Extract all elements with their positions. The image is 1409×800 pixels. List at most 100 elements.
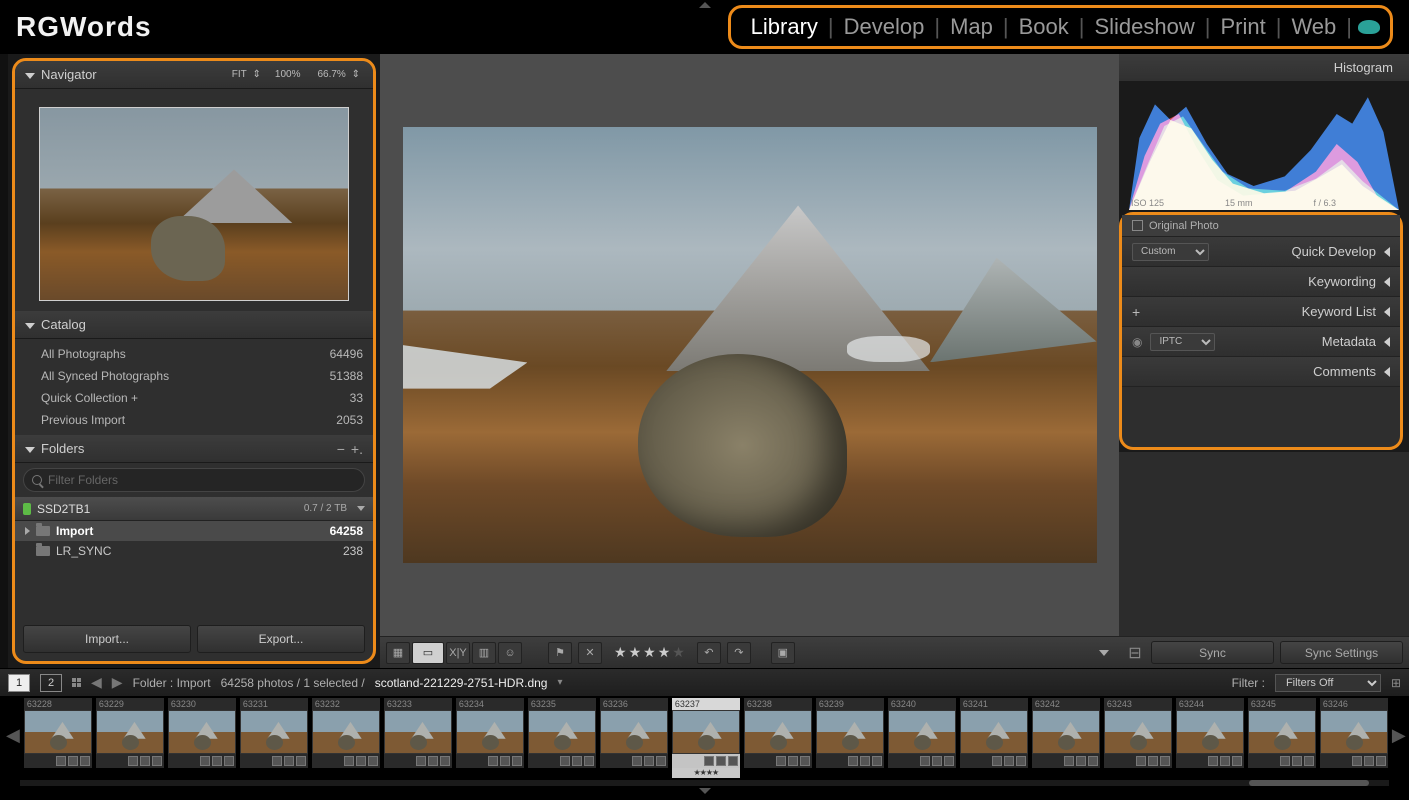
filmstrip-thumb[interactable]: 63241 (960, 698, 1028, 778)
toolbar-options-caret[interactable] (1099, 650, 1109, 656)
eye-icon[interactable]: ◉ (1132, 335, 1142, 349)
folders-panel-header[interactable]: Folders − +. (15, 435, 373, 463)
filter-lock-icon[interactable]: ⊞ (1391, 676, 1401, 690)
navigator-panel-header[interactable]: Navigator FIT ⇕ 100% 66.7% ⇕ (15, 61, 373, 89)
catalog-panel-header[interactable]: Catalog (15, 311, 373, 339)
navigator-preview[interactable] (39, 107, 349, 301)
filmstrip-scroll-right[interactable]: ▶ (1392, 702, 1406, 768)
add-folder-button[interactable]: +. (351, 441, 363, 457)
filmstrip-thumb[interactable]: 63239 (816, 698, 884, 778)
filmstrip-thumb[interactable]: 63236 (600, 698, 668, 778)
top-collapse-caret[interactable] (699, 2, 711, 8)
filmstrip-thumb[interactable]: 63245 (1248, 698, 1316, 778)
filmstrip-thumb[interactable]: 63230 (168, 698, 236, 778)
filmstrip-thumb[interactable]: 63233 (384, 698, 452, 778)
thumb-badges (240, 754, 308, 768)
zoom-fit[interactable]: FIT ⇕ (226, 67, 264, 82)
main-photo (403, 127, 1097, 563)
go-forward-button[interactable]: ▶ (112, 674, 123, 691)
survey-view-button[interactable]: ▥ (472, 642, 496, 664)
rotate-ccw-button[interactable]: ↶ (697, 642, 721, 664)
module-web[interactable]: Web (1281, 10, 1346, 44)
slideshow-button[interactable]: ▣ (771, 642, 795, 664)
filmstrip-scroll-left[interactable]: ◀ (6, 702, 20, 768)
second-window-button[interactable]: 2 (40, 674, 62, 692)
breadcrumb-filename[interactable]: scotland-221229-2751-HDR.dng (375, 676, 548, 690)
quick-develop-header[interactable]: Custom Quick Develop (1122, 237, 1400, 267)
catalog-item-quick[interactable]: Quick Collection +33 (25, 387, 363, 409)
module-library[interactable]: Library (741, 10, 828, 44)
go-back-button[interactable]: ◀ (91, 674, 102, 691)
loupe-view[interactable] (380, 54, 1119, 636)
filmstrip-thumb[interactable]: 63237★★★★ (672, 698, 740, 778)
export-button[interactable]: Export... (197, 625, 365, 653)
filmstrip-thumb[interactable]: 63229 (96, 698, 164, 778)
badge-icon (788, 756, 798, 766)
filmstrip-thumb[interactable]: 63244 (1176, 698, 1244, 778)
rotate-cw-button[interactable]: ↷ (727, 642, 751, 664)
import-button[interactable]: Import... (23, 625, 191, 653)
badge-icon (80, 756, 90, 766)
filmstrip-thumb[interactable]: 63246 (1320, 698, 1388, 778)
histogram-panel-header[interactable]: Histogram (1119, 54, 1409, 82)
badge-icon (1004, 756, 1014, 766)
sync-settings-button[interactable]: Sync Settings (1280, 641, 1403, 664)
flag-pick-button[interactable]: ⚑ (548, 642, 572, 664)
rating-stars[interactable]: ★ ★ ★ ★ ★ (614, 644, 685, 661)
zoom-100[interactable]: 100% (272, 67, 304, 82)
filmstrip-thumb[interactable]: 63243 (1104, 698, 1172, 778)
metadata-header[interactable]: ◉ IPTC Metadata (1122, 327, 1400, 357)
main-window-button[interactable]: 1 (8, 674, 30, 692)
folder-filter-placeholder: Filter Folders (48, 473, 118, 487)
filmstrip-thumb[interactable]: 63242 (1032, 698, 1100, 778)
module-print[interactable]: Print (1210, 10, 1275, 44)
catalog-item-all[interactable]: All Photographs64496 (25, 343, 363, 365)
zoom-66[interactable]: 66.7% ⇕ (311, 67, 363, 82)
metadata-preset-select[interactable]: IPTC (1150, 333, 1215, 351)
add-keyword-button[interactable]: + (1132, 304, 1140, 320)
keywording-header[interactable]: Keywording (1122, 267, 1400, 297)
compare-view-button[interactable]: X|Y (446, 642, 470, 664)
module-slideshow[interactable]: Slideshow (1084, 10, 1204, 44)
people-view-button[interactable]: ☺ (498, 642, 522, 664)
folder-row-lrsync[interactable]: LR_SYNC 238 (15, 541, 373, 561)
filmstrip-thumb[interactable]: 63235 (528, 698, 596, 778)
filter-select[interactable]: Filters Off (1275, 674, 1381, 692)
breadcrumb-source[interactable]: Folder : Import (133, 676, 211, 690)
chevron-right-icon (25, 527, 30, 535)
module-develop[interactable]: Develop (834, 10, 935, 44)
grid-view-button[interactable]: ▦ (386, 642, 410, 664)
volume-row[interactable]: SSD2TB1 0.7 / 2 TB (15, 497, 373, 521)
cloud-sync-icon[interactable] (1358, 20, 1380, 34)
filmstrip-thumb[interactable]: 63238 (744, 698, 812, 778)
loupe-view-button[interactable]: ▭ (412, 642, 444, 664)
filmstrip-thumb[interactable]: 63231 (240, 698, 308, 778)
module-map[interactable]: Map (940, 10, 1003, 44)
catalog-item-synced[interactable]: All Synced Photographs51388 (25, 365, 363, 387)
filmstrip-scrollbar-thumb[interactable] (1249, 780, 1369, 786)
badge-icon (644, 756, 654, 766)
folder-filter-input[interactable]: Filter Folders (23, 468, 365, 492)
folder-row-import[interactable]: Import 64258 (15, 521, 373, 541)
filmstrip-scrollbar-track[interactable] (20, 780, 1389, 786)
filmstrip-thumb[interactable]: 63228 (24, 698, 92, 778)
badge-icon (152, 756, 162, 766)
original-photo-row[interactable]: Original Photo (1122, 215, 1400, 237)
filmstrip-thumb[interactable]: 63234 (456, 698, 524, 778)
grid-icon[interactable] (72, 678, 81, 687)
checkbox-icon[interactable] (1132, 220, 1143, 231)
quick-develop-preset-select[interactable]: Custom (1132, 243, 1209, 261)
remove-folder-button[interactable]: − (337, 441, 345, 457)
sync-lock-icon[interactable]: ⊟ (1128, 643, 1141, 663)
sync-button[interactable]: Sync (1151, 641, 1274, 664)
catalog-item-previous[interactable]: Previous Import2053 (25, 409, 363, 431)
flag-reject-button[interactable]: ✕ (578, 642, 602, 664)
module-book[interactable]: Book (1009, 10, 1079, 44)
thumb-index: 63228 (24, 698, 92, 710)
comments-header[interactable]: Comments (1122, 357, 1400, 387)
bottom-collapse-caret[interactable] (699, 788, 711, 794)
histogram-display[interactable]: ISO 125 15 mm f / 6.3 (1119, 82, 1409, 210)
filmstrip-thumb[interactable]: 63232 (312, 698, 380, 778)
keyword-list-header[interactable]: + Keyword List (1122, 297, 1400, 327)
filmstrip-thumb[interactable]: 63240 (888, 698, 956, 778)
